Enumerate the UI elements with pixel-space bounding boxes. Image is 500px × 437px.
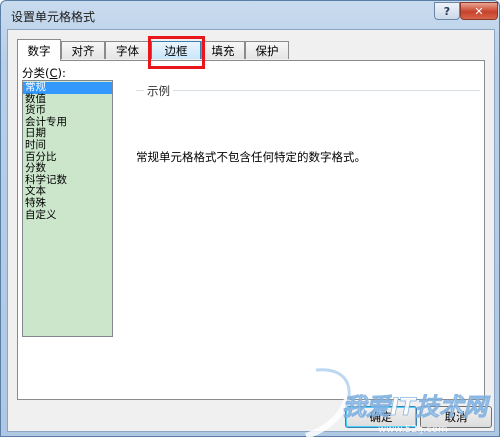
cancel-button[interactable]: 取消 [420, 406, 492, 428]
sample-group: 示例 [136, 83, 480, 121]
category-label: 分类(C): [22, 66, 66, 80]
tab-label: 字体 [116, 43, 139, 58]
help-button[interactable]: ? [434, 2, 460, 20]
cancel-button-label: 取消 [444, 410, 468, 424]
window-title: 设置单元格格式 [11, 10, 96, 24]
tab-label: 保护 [255, 43, 279, 58]
tab-label: 填充 [211, 43, 235, 58]
tab-label: 数字 [27, 43, 51, 58]
ok-button-label: 确定 [369, 410, 393, 424]
sample-divider [136, 90, 480, 91]
tab-label: 对齐 [71, 43, 95, 58]
list-item-custom[interactable]: 自定义 [23, 209, 112, 222]
title-bar[interactable]: 设置单元格格式 ? ✕ [1, 1, 500, 29]
dialog-client-area: 数字 对齐 字体 边框 填充 保护 分类(C): 常规 数值 货币 会计专用 日… [7, 29, 495, 432]
tab-fill[interactable]: 填充 [201, 41, 245, 59]
sample-legend: 示例 [144, 83, 173, 99]
highlight-annotation-box [148, 36, 205, 69]
close-button[interactable]: ✕ [460, 2, 498, 20]
number-tab-panel: 分类(C): 常规 数值 货币 会计专用 日期 时间 百分比 分数 科学记数 文… [17, 60, 485, 400]
tab-alignment[interactable]: 对齐 [61, 41, 105, 59]
format-description: 常规单元格格式不包含任何特定的数字格式。 [136, 150, 366, 164]
list-item-fraction[interactable]: 分数 [23, 163, 112, 175]
tab-font[interactable]: 字体 [105, 41, 150, 59]
close-icon: ✕ [474, 4, 484, 18]
list-item-time[interactable]: 时间 [23, 139, 112, 152]
ok-button[interactable]: 确定 [345, 406, 417, 428]
tab-protection[interactable]: 保护 [245, 41, 289, 59]
category-list[interactable]: 常规 数值 货币 会计专用 日期 时间 百分比 分数 科学记数 文本 特殊 自定… [22, 80, 113, 337]
help-icon: ? [443, 4, 451, 18]
tab-number[interactable]: 数字 [17, 39, 61, 61]
dialog-window: 设置单元格格式 ? ✕ 数字 对齐 字体 边框 填充 保护 分类(C): 常规 … [0, 0, 500, 437]
list-item-special[interactable]: 特殊 [23, 197, 112, 210]
list-item-general[interactable]: 常规 [23, 81, 112, 94]
